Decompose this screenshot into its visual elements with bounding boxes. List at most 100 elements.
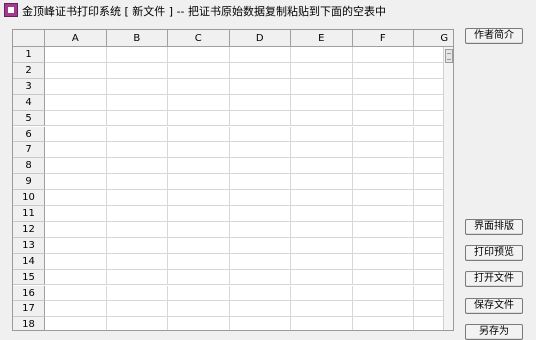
column-header[interactable]: B <box>106 30 168 47</box>
grid-cell[interactable] <box>45 47 107 63</box>
row-header[interactable]: 8 <box>13 158 45 175</box>
grid-cell[interactable] <box>291 142 353 159</box>
row-header[interactable]: 14 <box>13 253 45 270</box>
row-header[interactable]: 11 <box>13 206 45 222</box>
grid-cell[interactable] <box>45 78 107 95</box>
grid-cell[interactable] <box>229 206 291 222</box>
grid-cell[interactable] <box>352 301 414 318</box>
grid-cell[interactable] <box>352 78 414 95</box>
grid-cell[interactable] <box>291 237 353 254</box>
grid-cell[interactable] <box>352 126 414 143</box>
column-header[interactable]: A <box>45 30 107 47</box>
grid-cell[interactable] <box>168 317 230 330</box>
grid-cell[interactable] <box>45 269 107 286</box>
grid-cell[interactable] <box>106 174 168 191</box>
grid-cell[interactable] <box>106 142 168 159</box>
grid-cell[interactable] <box>291 301 353 318</box>
grid-cell[interactable] <box>106 237 168 254</box>
grid-cell[interactable] <box>291 126 353 143</box>
save-as-button[interactable]: 另存为 <box>465 324 523 340</box>
grid-cell[interactable] <box>291 190 353 206</box>
grid-cell[interactable] <box>229 221 291 238</box>
grid-cell[interactable] <box>291 158 353 175</box>
grid-cell[interactable] <box>45 190 107 206</box>
grid-cell[interactable] <box>352 190 414 206</box>
grid-cell[interactable] <box>168 221 230 238</box>
grid-cell[interactable] <box>106 110 168 127</box>
grid-cell[interactable] <box>352 174 414 191</box>
grid-cell[interactable] <box>229 253 291 270</box>
grid-cell[interactable] <box>45 142 107 159</box>
grid-cell[interactable] <box>352 317 414 330</box>
grid-cell[interactable] <box>106 62 168 79</box>
grid-cell[interactable] <box>106 285 168 302</box>
grid-cell[interactable] <box>168 285 230 302</box>
grid-cell[interactable] <box>168 78 230 95</box>
grid-cell[interactable] <box>168 47 230 63</box>
row-header[interactable]: 16 <box>13 285 45 302</box>
grid-cell[interactable] <box>229 237 291 254</box>
grid-cell[interactable] <box>291 285 353 302</box>
grid-cell[interactable] <box>291 253 353 270</box>
row-header[interactable]: 5 <box>13 110 45 127</box>
grid-cell[interactable] <box>291 221 353 238</box>
grid-cell[interactable] <box>352 285 414 302</box>
grid-cell[interactable] <box>291 78 353 95</box>
grid-cell[interactable] <box>291 62 353 79</box>
row-header[interactable]: 17 <box>13 301 45 318</box>
row-header[interactable]: 6 <box>13 126 45 143</box>
grid-cell[interactable] <box>229 317 291 330</box>
row-header[interactable]: 13 <box>13 237 45 254</box>
grid-cell[interactable] <box>106 47 168 63</box>
grid-cell[interactable] <box>45 62 107 79</box>
grid-cell[interactable] <box>352 269 414 286</box>
author-intro-button[interactable]: 作者简介 <box>465 28 523 44</box>
grid-cell[interactable] <box>45 110 107 127</box>
grid-cell[interactable] <box>352 142 414 159</box>
grid-cell[interactable] <box>106 94 168 111</box>
grid-cell[interactable] <box>106 158 168 175</box>
grid-cell[interactable] <box>352 158 414 175</box>
column-header[interactable]: D <box>229 30 291 47</box>
grid-cell[interactable] <box>45 301 107 318</box>
grid-cell[interactable] <box>168 269 230 286</box>
grid-cell[interactable] <box>229 126 291 143</box>
grid-cell[interactable] <box>168 301 230 318</box>
grid-cell[interactable] <box>168 253 230 270</box>
row-header[interactable]: 12 <box>13 221 45 238</box>
grid-cell[interactable] <box>229 301 291 318</box>
grid-cell[interactable] <box>45 174 107 191</box>
grid-cell[interactable] <box>229 285 291 302</box>
grid-cell[interactable] <box>168 237 230 254</box>
layout-button[interactable]: 界面排版 <box>465 219 523 235</box>
grid-cell[interactable] <box>291 94 353 111</box>
grid-cell[interactable] <box>291 47 353 63</box>
grid-cell[interactable] <box>229 142 291 159</box>
grid-cell[interactable] <box>229 269 291 286</box>
grid-cell[interactable] <box>106 206 168 222</box>
row-header[interactable]: 3 <box>13 78 45 95</box>
grid-cell[interactable] <box>352 237 414 254</box>
grid-cell[interactable] <box>168 142 230 159</box>
grid-cell[interactable] <box>106 221 168 238</box>
column-header[interactable]: F <box>352 30 414 47</box>
grid-cell[interactable] <box>45 94 107 111</box>
grid-cell[interactable] <box>106 190 168 206</box>
grid-cell[interactable] <box>45 317 107 330</box>
grid-cell[interactable] <box>106 301 168 318</box>
grid-cell[interactable] <box>291 110 353 127</box>
grid-cell[interactable] <box>168 158 230 175</box>
grid-cell[interactable] <box>291 269 353 286</box>
grid-cell[interactable] <box>106 317 168 330</box>
grid-cell[interactable] <box>45 206 107 222</box>
grid-cell[interactable] <box>229 190 291 206</box>
column-header[interactable]: C <box>168 30 230 47</box>
grid-cell[interactable] <box>168 126 230 143</box>
grid-cell[interactable] <box>291 174 353 191</box>
row-header[interactable]: 7 <box>13 142 45 159</box>
grid-cell[interactable] <box>229 94 291 111</box>
grid-cell[interactable] <box>229 158 291 175</box>
grid-cell[interactable] <box>106 78 168 95</box>
grid-cell[interactable] <box>352 206 414 222</box>
grid-cell[interactable] <box>229 110 291 127</box>
